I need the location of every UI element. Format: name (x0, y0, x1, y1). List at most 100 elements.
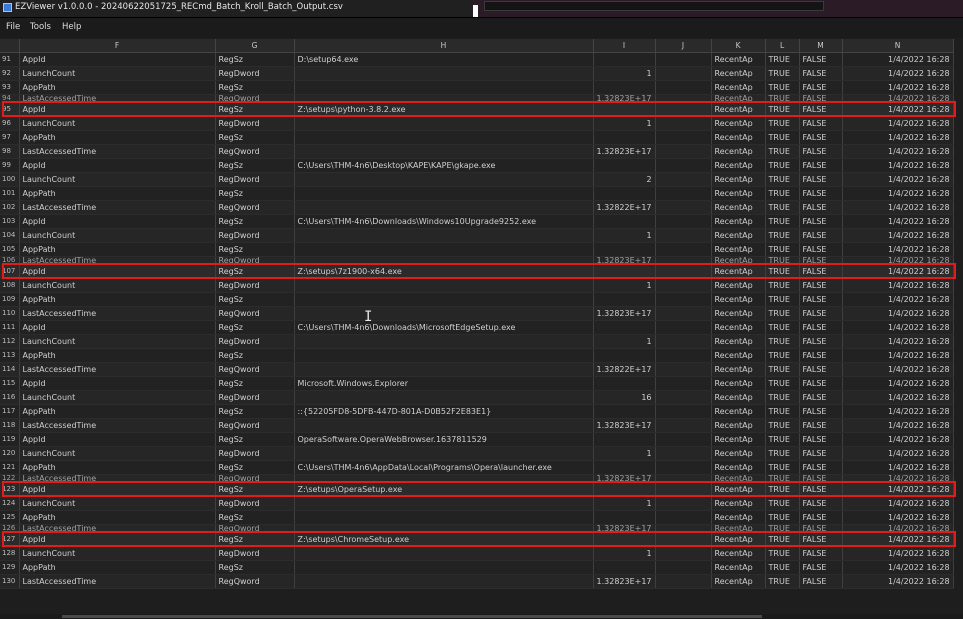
cell-j[interactable] (655, 130, 712, 145)
cell-g[interactable]: RegDword (215, 278, 295, 293)
cell-l[interactable]: TRUE (765, 200, 800, 215)
cell-f[interactable]: LastAccessedTime (19, 200, 216, 215)
cell-m[interactable]: FALSE (799, 130, 843, 145)
cell-j[interactable] (655, 546, 712, 561)
cell-m[interactable]: FALSE (799, 278, 843, 293)
cell-k[interactable]: RecentAp (711, 200, 766, 215)
cell-m[interactable]: FALSE (799, 524, 843, 533)
cell-l[interactable]: TRUE (765, 214, 800, 229)
cell-f[interactable]: LastAccessedTime (19, 306, 216, 321)
cell-m[interactable]: FALSE (799, 390, 843, 405)
cell-n[interactable]: 1/4/2022 16:28 (842, 334, 954, 349)
row-number[interactable]: 108 (0, 278, 20, 293)
cell-h[interactable]: OperaSoftware.OperaWebBrowser.1637811529 (294, 432, 594, 447)
cell-g[interactable]: RegSz (215, 560, 295, 575)
cell-j[interactable] (655, 102, 712, 117)
row-number[interactable]: 97 (0, 130, 20, 145)
cell-h[interactable] (294, 510, 594, 525)
cell-l[interactable]: TRUE (765, 306, 800, 321)
cell-i[interactable]: 1 (593, 546, 656, 561)
cell-j[interactable] (655, 158, 712, 173)
cell-n[interactable]: 1/4/2022 16:28 (842, 200, 954, 215)
cell-i[interactable] (593, 348, 656, 363)
cell-j[interactable] (655, 320, 712, 335)
cell-n[interactable]: 1/4/2022 16:28 (842, 460, 954, 475)
table-row[interactable]: 97 AppPath RegSz RecentAp TRUE FALSE 1/4/2022 … (0, 130, 954, 145)
cell-l[interactable]: TRUE (765, 256, 800, 265)
cell-g[interactable]: RegSz (215, 292, 295, 307)
cell-i[interactable]: 1.32823E+17 (593, 574, 656, 589)
cell-g[interactable]: RegQword (215, 574, 295, 589)
cell-g[interactable]: RegSz (215, 404, 295, 419)
cell-i[interactable]: 1 (593, 228, 656, 243)
cell-f[interactable]: AppId (19, 482, 216, 497)
cell-f[interactable]: AppPath (19, 348, 216, 363)
cell-m[interactable]: FALSE (799, 334, 843, 349)
row-number[interactable]: 98 (0, 144, 20, 159)
cell-m[interactable]: FALSE (799, 144, 843, 159)
cell-h[interactable] (294, 94, 594, 103)
cell-m[interactable]: FALSE (799, 200, 843, 215)
cell-n[interactable]: 1/4/2022 16:28 (842, 66, 954, 81)
cell-k[interactable]: RecentAp (711, 404, 766, 419)
cell-n[interactable]: 1/4/2022 16:28 (842, 144, 954, 159)
cell-k[interactable]: RecentAp (711, 102, 766, 117)
cell-n[interactable]: 1/4/2022 16:28 (842, 80, 954, 95)
cell-m[interactable]: FALSE (799, 460, 843, 475)
cell-l[interactable]: TRUE (765, 348, 800, 363)
cell-m[interactable]: FALSE (799, 264, 843, 279)
table-row[interactable]: 129 AppPath RegSz RecentAp TRUE FALSE 1/4/2022… (0, 560, 954, 575)
cell-n[interactable]: 1/4/2022 16:28 (842, 362, 954, 377)
cell-j[interactable] (655, 510, 712, 525)
cell-m[interactable]: FALSE (799, 228, 843, 243)
row-number[interactable]: 109 (0, 292, 20, 307)
cell-k[interactable]: RecentAp (711, 362, 766, 377)
cell-n[interactable]: 1/4/2022 16:28 (842, 158, 954, 173)
cell-n[interactable]: 1/4/2022 16:28 (842, 432, 954, 447)
cell-k[interactable]: RecentAp (711, 334, 766, 349)
cell-f[interactable]: LaunchCount (19, 116, 216, 131)
table-row[interactable]: 107 AppId RegSz Z:\setups\7z1900-x64.exe Rec… (0, 264, 954, 279)
cell-g[interactable]: RegDword (215, 446, 295, 461)
cell-n[interactable]: 1/4/2022 16:28 (842, 474, 954, 483)
table-row[interactable]: 124 LaunchCount RegDword 1 RecentAp TRUE FALSE… (0, 496, 954, 511)
cell-m[interactable]: FALSE (799, 94, 843, 103)
column-header-k[interactable]: K (711, 39, 766, 53)
cell-h[interactable] (294, 116, 594, 131)
table-row[interactable]: 95 AppId RegSz Z:\setups\python-3.8.2.exe Re… (0, 102, 954, 117)
cell-h[interactable] (294, 172, 594, 187)
cell-f[interactable]: LaunchCount (19, 496, 216, 511)
cell-g[interactable]: RegSz (215, 482, 295, 497)
cell-k[interactable]: RecentAp (711, 66, 766, 81)
cell-n[interactable]: 1/4/2022 16:28 (842, 102, 954, 117)
cell-i[interactable]: 1.32823E+17 (593, 144, 656, 159)
cell-l[interactable]: TRUE (765, 278, 800, 293)
cell-h[interactable] (294, 228, 594, 243)
cell-k[interactable]: RecentAp (711, 256, 766, 265)
cell-m[interactable]: FALSE (799, 292, 843, 307)
cell-g[interactable]: RegDword (215, 66, 295, 81)
cell-j[interactable] (655, 524, 712, 533)
cell-n[interactable]: 1/4/2022 16:28 (842, 256, 954, 265)
row-number[interactable]: 96 (0, 116, 20, 131)
cell-i[interactable] (593, 264, 656, 279)
cell-j[interactable] (655, 52, 712, 67)
cell-f[interactable]: AppPath (19, 80, 216, 95)
table-row[interactable]: 109 AppPath RegSz RecentAp TRUE FALSE 1/4/2022… (0, 292, 954, 307)
cell-g[interactable]: RegSz (215, 242, 295, 257)
row-number[interactable]: 129 (0, 560, 20, 575)
cell-h[interactable] (294, 200, 594, 215)
cell-l[interactable]: TRUE (765, 510, 800, 525)
cell-j[interactable] (655, 80, 712, 95)
table-row[interactable]: 115 AppId RegSz Microsoft.Windows.Explorer R… (0, 376, 954, 391)
cell-f[interactable]: LastAccessedTime (19, 474, 216, 483)
table-row[interactable]: 92 LaunchCount RegDword 1 RecentAp TRUE FALSE 1… (0, 66, 954, 81)
cell-i[interactable] (593, 214, 656, 229)
horizontal-scrollbar[interactable] (0, 614, 963, 619)
cell-h[interactable] (294, 474, 594, 483)
cell-n[interactable]: 1/4/2022 16:28 (842, 390, 954, 405)
table-row[interactable]: 127 AppId RegSz Z:\setups\ChromeSetup.exe Re… (0, 532, 954, 547)
cell-l[interactable]: TRUE (765, 546, 800, 561)
row-number[interactable]: 110 (0, 306, 20, 321)
row-number[interactable]: 112 (0, 334, 20, 349)
